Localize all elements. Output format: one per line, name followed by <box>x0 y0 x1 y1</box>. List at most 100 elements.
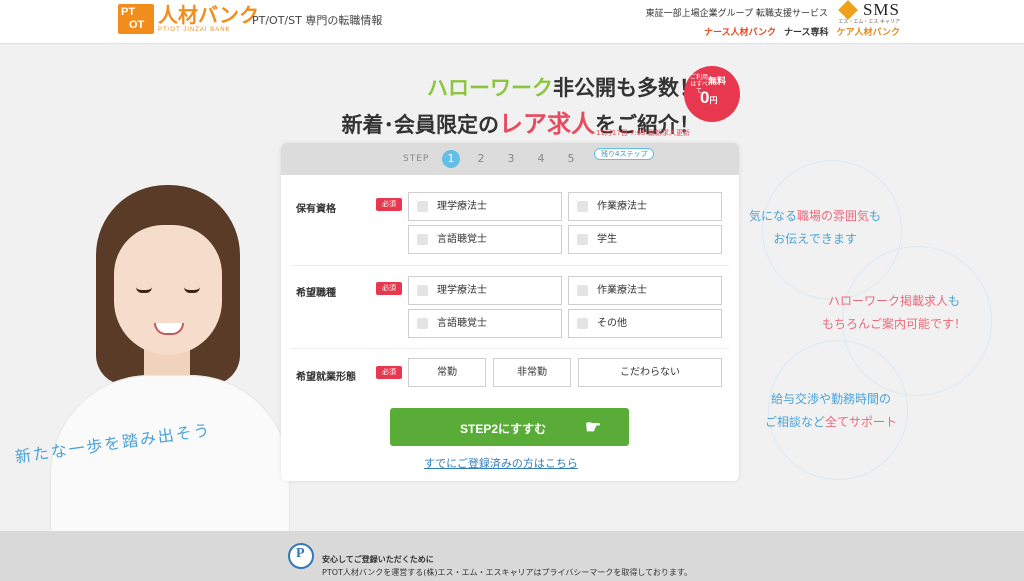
footer-title: 安心してご登録いただくために <box>322 555 434 564</box>
free-badge: ご利用はすべて 無料 0円 <box>684 66 740 122</box>
free-badge-price: 0円 <box>700 88 717 108</box>
job-type-label: 希望職種 <box>296 288 336 299</box>
option-label: 言語聴覚士 <box>437 234 487 245</box>
brand-links: ナース人材バンク ナース専科 ケア人材バンク <box>704 25 900 38</box>
qualification-option-pt[interactable]: 理学療法士 <box>408 192 562 221</box>
option-label: その他 <box>597 318 627 329</box>
site-logo[interactable]: PT OT 人材バンク PT/OT JINZAI BANK <box>118 4 259 34</box>
option-label: 理学療法士 <box>437 285 487 296</box>
smile <box>154 323 184 335</box>
required-badge: 必須 <box>376 366 402 379</box>
already-registered-link[interactable]: すでにご登録済みの方はこちら <box>424 455 578 471</box>
logo-main: 人材バンク <box>158 3 259 27</box>
step-5: 5 <box>567 152 575 165</box>
checkbox-icon <box>577 234 588 245</box>
checkbox-icon <box>577 201 588 212</box>
feature-highlight: もちろんご案内可能です！ <box>822 317 967 331</box>
footer: P 安心してご登録いただくために PTOT人材バンクを運営する(株)エス・エム・… <box>0 531 1024 581</box>
free-price-unit: 円 <box>709 96 718 105</box>
option-label: 言語聴覚士 <box>437 318 487 329</box>
step-indicator: STEP 1 2 3 4 5 残り4ステップ <box>281 143 739 175</box>
corp-group-text: 東証一部上場企業グループ 転職支援サービス <box>645 9 828 19</box>
option-label: 作業療法士 <box>597 201 647 212</box>
logo-badge: PT OT <box>118 4 154 34</box>
sms-logo[interactable]: SMS <box>838 0 900 20</box>
checkbox-icon <box>417 234 428 245</box>
header-tagline: PT/OT/ST 専門の転職情報 <box>252 14 383 27</box>
employment-option-parttime[interactable]: 非常勤 <box>493 358 571 387</box>
feature-text: 給与交渉や勤務時間の <box>771 392 892 406</box>
step-4: 4 <box>537 152 545 165</box>
feature-hellowork: ハローワーク掲載求人も もちろんご案内可能です！ <box>822 292 966 332</box>
employment-type-label: 希望就業形態 <box>296 372 356 383</box>
step2-next-button[interactable]: STEP2にすすむ ☛ <box>390 408 629 446</box>
update-timestamp: 11月17日 7:55 最新求人更新 <box>596 129 690 137</box>
checkbox-icon <box>417 201 428 212</box>
job-option-pt[interactable]: 理学療法士 <box>408 276 562 305</box>
step-2: 2 <box>477 152 485 165</box>
remaining-steps-badge: 残り4ステップ <box>594 148 655 160</box>
option-label: こだわらない <box>620 367 680 378</box>
divider <box>291 265 729 266</box>
feature-highlight: ハローワーク掲載求人 <box>827 294 948 308</box>
next-button-label: STEP2にすすむ <box>460 422 547 436</box>
feature-atmosphere: 気になる職場の雰囲気も お伝えできます <box>749 207 881 247</box>
job-option-ot[interactable]: 作業療法士 <box>568 276 722 305</box>
logo-sub: PT/OT JINZAI BANK <box>158 27 231 33</box>
step-3: 3 <box>507 152 515 165</box>
checkbox-icon <box>577 318 588 329</box>
headline-line1: ハローワーク非公開も多数！ <box>340 72 700 102</box>
checkbox-icon <box>417 318 428 329</box>
employment-option-any[interactable]: こだわらない <box>578 358 722 387</box>
sms-diamond-icon <box>838 0 858 20</box>
option-label: 学生 <box>597 234 617 245</box>
feature-highlight: 職場の雰囲気 <box>797 209 870 223</box>
option-label: 理学療法士 <box>437 201 487 212</box>
headline-rare: レア求人 <box>499 110 595 138</box>
required-badge: 必須 <box>376 282 402 295</box>
step-1: 1 <box>442 150 460 168</box>
feature-text: も <box>948 294 961 308</box>
qualification-label: 保有資格 <box>296 204 336 215</box>
feature-text: お伝えできます <box>773 232 857 246</box>
brand-care-jinzai[interactable]: ケア人材バンク <box>837 25 900 38</box>
left-eye <box>136 287 152 293</box>
brand-nurse-senka[interactable]: ナース専科 <box>784 25 829 38</box>
headline-line1-rest: 非公開も多数！ <box>553 76 700 100</box>
brand-nurse-jinzai[interactable]: ナース人材バンク <box>704 25 776 38</box>
feature-support: 給与交渉や勤務時間の ご相談など全てサポート <box>765 390 897 430</box>
privacy-mark-icon: P <box>288 543 314 569</box>
pointing-hand-icon: ☛ <box>585 417 602 437</box>
job-option-st[interactable]: 言語聴覚士 <box>408 309 562 338</box>
feature-text: ご相談など <box>765 415 826 429</box>
option-label: 常勤 <box>437 367 457 378</box>
site-header: PT OT 人材バンク PT/OT JINZAI BANK PT/OT/ST 専… <box>0 0 1024 44</box>
headline-hellowork: ハローワーク <box>427 76 553 100</box>
footer-privacy-text: PTOT人材バンクを運営する(株)エス・エム・エスキャリアはプライバシーマークを… <box>322 568 693 577</box>
sms-sub: エス・エム・エス キャリア <box>838 19 900 25</box>
qualification-option-st[interactable]: 言語聴覚士 <box>408 225 562 254</box>
required-badge: 必須 <box>376 198 402 211</box>
feature-highlight: 全てサポート <box>825 415 898 429</box>
divider <box>291 348 729 349</box>
qualification-option-ot[interactable]: 作業療法士 <box>568 192 722 221</box>
checkbox-icon <box>577 285 588 296</box>
free-badge-label: 無料 <box>708 77 727 87</box>
privacy-mark-letter: P <box>296 546 305 561</box>
logo-badge-top: PT <box>121 6 136 18</box>
qualification-option-student[interactable]: 学生 <box>568 225 722 254</box>
sms-name: SMS <box>862 0 900 19</box>
job-option-other[interactable]: その他 <box>568 309 722 338</box>
logo-badge-bottom: OT <box>129 19 145 31</box>
step-label: STEP <box>403 154 430 164</box>
logo-text: 人材バンク PT/OT JINZAI BANK <box>158 4 259 34</box>
right-eye <box>184 287 200 293</box>
registration-form: STEP 1 2 3 4 5 残り4ステップ 保有資格 必須 理学療法士 作業療… <box>281 143 739 481</box>
employment-option-fulltime[interactable]: 常勤 <box>408 358 486 387</box>
nurse-photo <box>40 185 290 533</box>
checkbox-icon <box>417 285 428 296</box>
option-label: 作業療法士 <box>597 285 647 296</box>
option-label: 非常勤 <box>517 367 547 378</box>
headline-line2-pre: 新着･会員限定の <box>341 113 500 137</box>
feature-text: も <box>869 209 882 223</box>
